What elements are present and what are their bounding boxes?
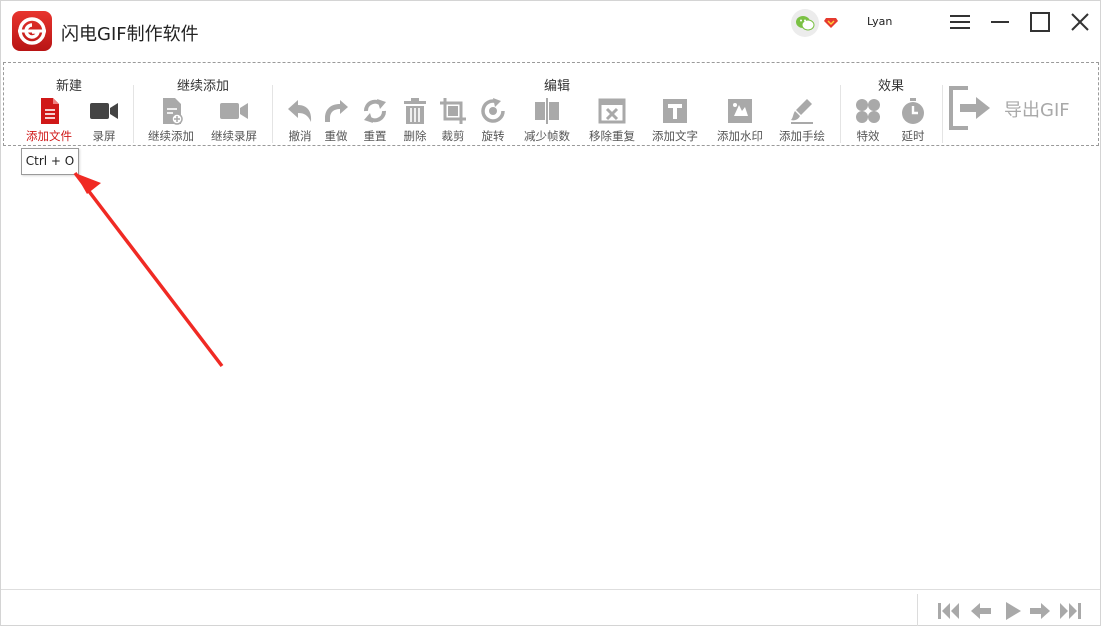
group-label-continue: 继续添加 bbox=[176, 79, 230, 94]
file-add-icon bbox=[163, 98, 183, 125]
play-icon[interactable] bbox=[1003, 602, 1025, 620]
split-frames-icon bbox=[535, 98, 559, 124]
text-icon bbox=[663, 99, 687, 123]
wechat-icon[interactable] bbox=[791, 9, 819, 37]
first-frame-icon[interactable] bbox=[938, 602, 960, 620]
export-gif-button[interactable]: 导出GIF bbox=[948, 85, 1088, 135]
next-frame-icon[interactable] bbox=[1029, 602, 1051, 620]
rotate-button[interactable]: 旋转 bbox=[463, 94, 523, 144]
add-file-button[interactable]: 添加文件 bbox=[19, 94, 79, 144]
stopwatch-icon bbox=[902, 98, 924, 124]
group-label-new: 新建 bbox=[55, 79, 83, 94]
title-bar: 闪电GIF制作软件 Lyan bbox=[1, 1, 1100, 63]
group-label-effects: 效果 bbox=[877, 79, 905, 94]
last-frame-icon[interactable] bbox=[1059, 602, 1081, 620]
brush-icon bbox=[791, 99, 813, 124]
record-screen-button[interactable]: 录屏 bbox=[74, 94, 134, 144]
video-camera-icon bbox=[90, 103, 118, 119]
playback-bar bbox=[1, 589, 1100, 626]
vip-diamond-icon[interactable] bbox=[823, 14, 839, 30]
minimize-icon[interactable] bbox=[986, 9, 1014, 37]
export-icon bbox=[949, 86, 990, 130]
delay-button[interactable]: 延时 bbox=[883, 94, 943, 144]
video-camera-icon bbox=[220, 103, 248, 119]
add-drawing-button[interactable]: 添加手绘 bbox=[772, 94, 832, 144]
app-window: 闪电GIF制作软件 Lyan 新建 继续添加 编辑 效果 添加文件 录屏 继续添… bbox=[0, 0, 1101, 626]
add-watermark-button[interactable]: 添加水印 bbox=[710, 94, 770, 144]
prev-frame-icon[interactable] bbox=[970, 602, 992, 620]
add-text-button[interactable]: 添加文字 bbox=[645, 94, 705, 144]
watermark-icon bbox=[728, 99, 752, 123]
remove-duplicates-button[interactable]: 移除重复 bbox=[582, 94, 642, 144]
main-toolbar: 新建 继续添加 编辑 效果 添加文件 录屏 继续添加 继续录屏 撤消 重做 重置… bbox=[3, 62, 1099, 146]
close-icon[interactable] bbox=[1066, 9, 1094, 37]
annotation-arrow-icon bbox=[73, 171, 224, 368]
app-title: 闪电GIF制作软件 bbox=[61, 24, 199, 45]
maximize-icon[interactable] bbox=[1026, 9, 1054, 37]
effects-clover-icon bbox=[856, 99, 880, 123]
continue-add-button[interactable]: 继续添加 bbox=[141, 94, 201, 144]
reduce-frames-button[interactable]: 减少帧数 bbox=[517, 94, 577, 144]
username[interactable]: Lyan bbox=[867, 15, 892, 28]
menu-icon[interactable] bbox=[946, 9, 974, 37]
continue-record-button[interactable]: 继续录屏 bbox=[204, 94, 264, 144]
remove-frame-icon bbox=[598, 98, 626, 124]
app-logo-icon bbox=[12, 11, 52, 51]
bottom-divider bbox=[917, 594, 918, 626]
group-label-edit: 编辑 bbox=[543, 79, 571, 94]
file-icon bbox=[41, 98, 59, 124]
rotate-icon bbox=[481, 98, 505, 123]
